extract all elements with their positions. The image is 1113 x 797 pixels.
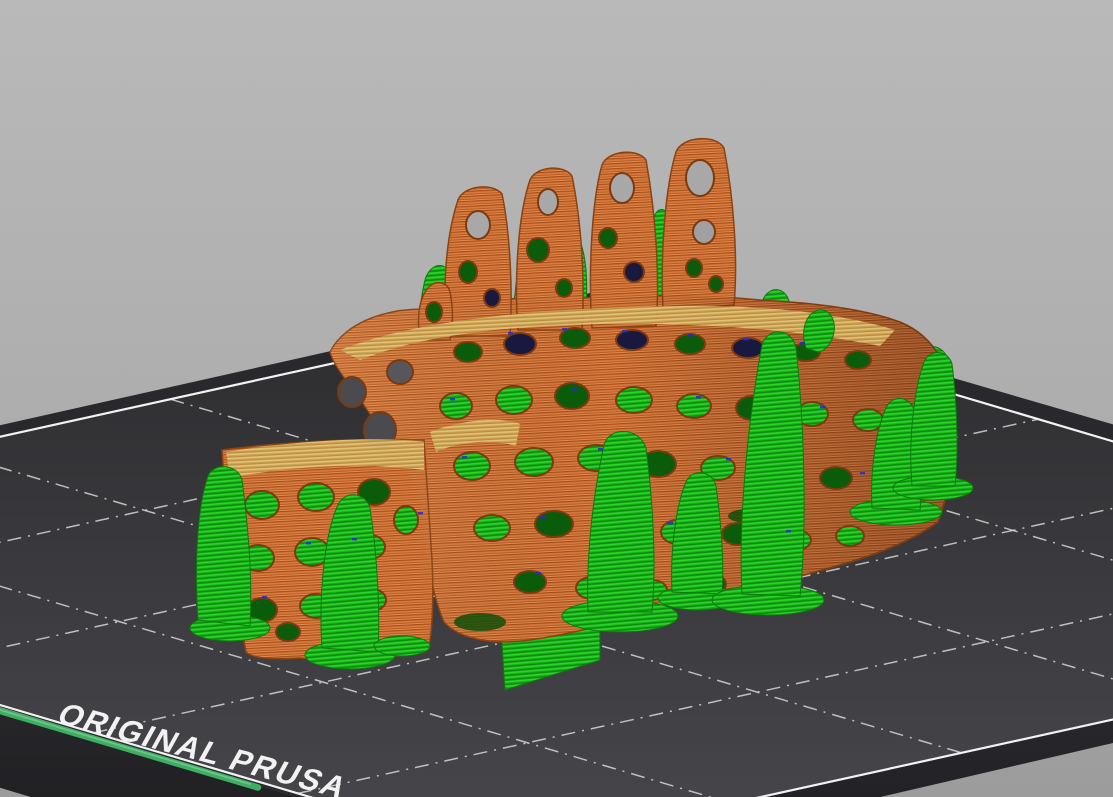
slicer-viewport[interactable]: ORIGINAL PRUSA: [0, 0, 1113, 797]
preview-canvas[interactable]: ORIGINAL PRUSA: [0, 0, 1113, 797]
